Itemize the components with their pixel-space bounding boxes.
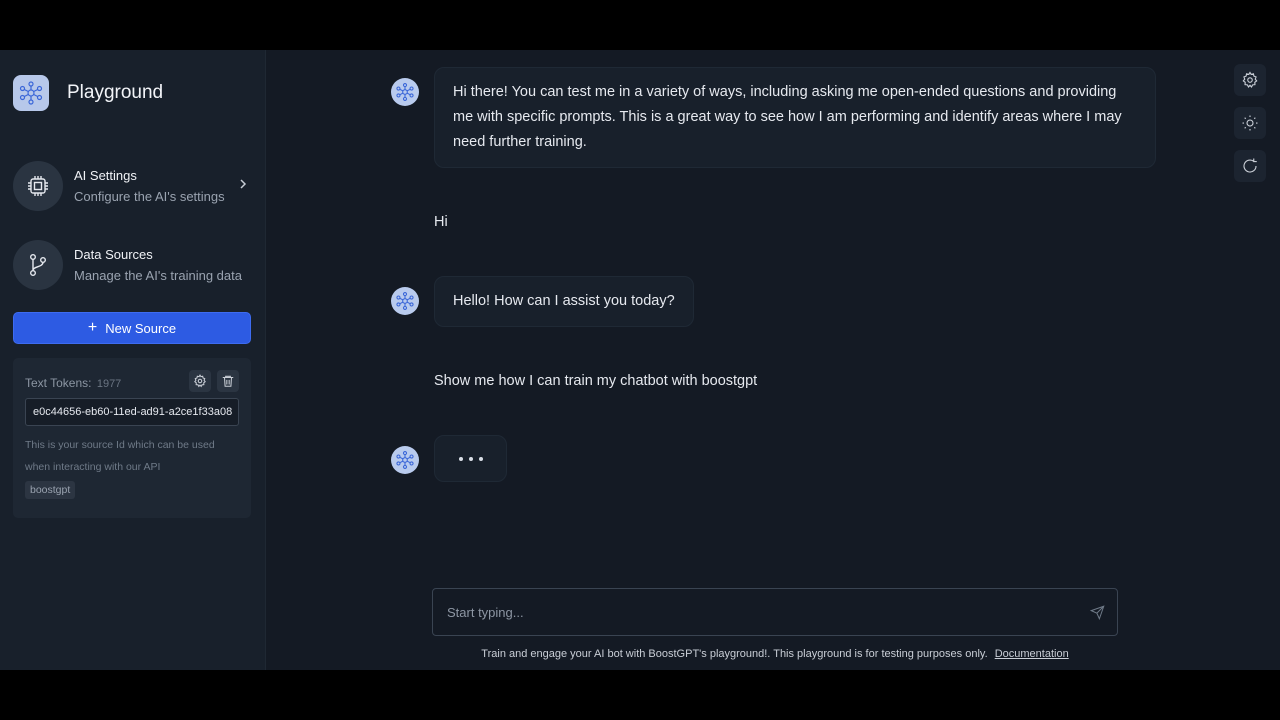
refresh-button[interactable] — [1234, 150, 1266, 182]
message-composer — [432, 588, 1118, 636]
source-card: Text Tokens: 1977 This is your source Id… — [13, 358, 251, 518]
sidebar: Playground AI Settings Configure the AI'… — [0, 50, 266, 670]
settings-icon — [1242, 71, 1258, 88]
theme-toggle-button[interactable] — [1234, 107, 1266, 139]
cpu-chip-icon — [13, 161, 63, 211]
nav-data-sources-subtitle: Manage the AI's training data — [74, 268, 242, 283]
settings-button[interactable] — [1234, 64, 1266, 96]
nav-data-sources-title: Data Sources — [74, 247, 153, 262]
boostgpt-logo-icon — [396, 83, 414, 101]
text-tokens: Text Tokens: 1977 — [25, 376, 121, 390]
documentation-link[interactable]: Documentation — [995, 648, 1069, 660]
new-source-button[interactable]: + New Source — [13, 312, 251, 344]
bot-avatar — [391, 287, 419, 315]
text-tokens-count: 1977 — [96, 378, 122, 390]
source-id-field[interactable] — [25, 398, 239, 426]
user-message: Show me how I can train my chatbot with … — [434, 373, 758, 389]
chevron-right-icon — [237, 177, 249, 196]
send-button[interactable] — [1089, 605, 1105, 625]
bot-avatar — [391, 78, 419, 106]
nav-ai-settings-title: AI Settings — [74, 168, 137, 183]
bot-message: Hello! How can I assist you today? — [434, 276, 694, 327]
boostgpt-logo-icon — [13, 75, 49, 111]
footer-text: Train and engage your AI bot with BoostG… — [481, 648, 988, 660]
boostgpt-logo-icon — [396, 451, 414, 469]
app-window: Playground AI Settings Configure the AI'… — [0, 50, 1280, 670]
source-tag: boostgpt — [25, 481, 76, 499]
typing-dot — [458, 456, 463, 461]
bot-avatar — [391, 446, 419, 474]
source-delete-button[interactable] — [217, 370, 239, 392]
gear-icon — [194, 374, 206, 388]
brand: Playground — [13, 75, 163, 111]
plus-icon: + — [87, 319, 98, 336]
git-branch-icon — [13, 240, 63, 290]
user-message: Hi — [434, 214, 448, 230]
trash-icon — [222, 375, 234, 387]
nav-ai-settings-subtitle: Configure the AI's settings — [74, 189, 225, 204]
boostgpt-logo-icon — [396, 292, 414, 310]
typing-dots — [458, 456, 483, 461]
send-icon — [1089, 605, 1105, 621]
typing-dot — [468, 456, 473, 461]
bot-message: Hi there! You can test me in a variety o… — [434, 67, 1156, 168]
new-source-label: New Source — [105, 320, 177, 336]
typing-indicator — [434, 435, 507, 482]
message-input[interactable] — [447, 589, 1067, 635]
nav-data-sources[interactable]: Data Sources Manage the AI's training da… — [13, 240, 253, 290]
source-help-text: This is your source Id which can be used… — [25, 439, 215, 473]
source-settings-button[interactable] — [189, 370, 211, 392]
sun-icon — [1242, 115, 1258, 131]
page-title: Playground — [67, 82, 164, 103]
right-toolbar — [1234, 64, 1266, 193]
typing-dot — [478, 456, 483, 461]
nav-ai-settings[interactable]: AI Settings Configure the AI's settings — [13, 161, 253, 211]
text-tokens-label: Text Tokens: — [25, 376, 92, 390]
refresh-icon — [1243, 158, 1257, 173]
chat-area: Hi there! You can test me in a variety o… — [266, 50, 1280, 670]
footer: Train and engage your AI bot with BoostG… — [266, 648, 1280, 660]
